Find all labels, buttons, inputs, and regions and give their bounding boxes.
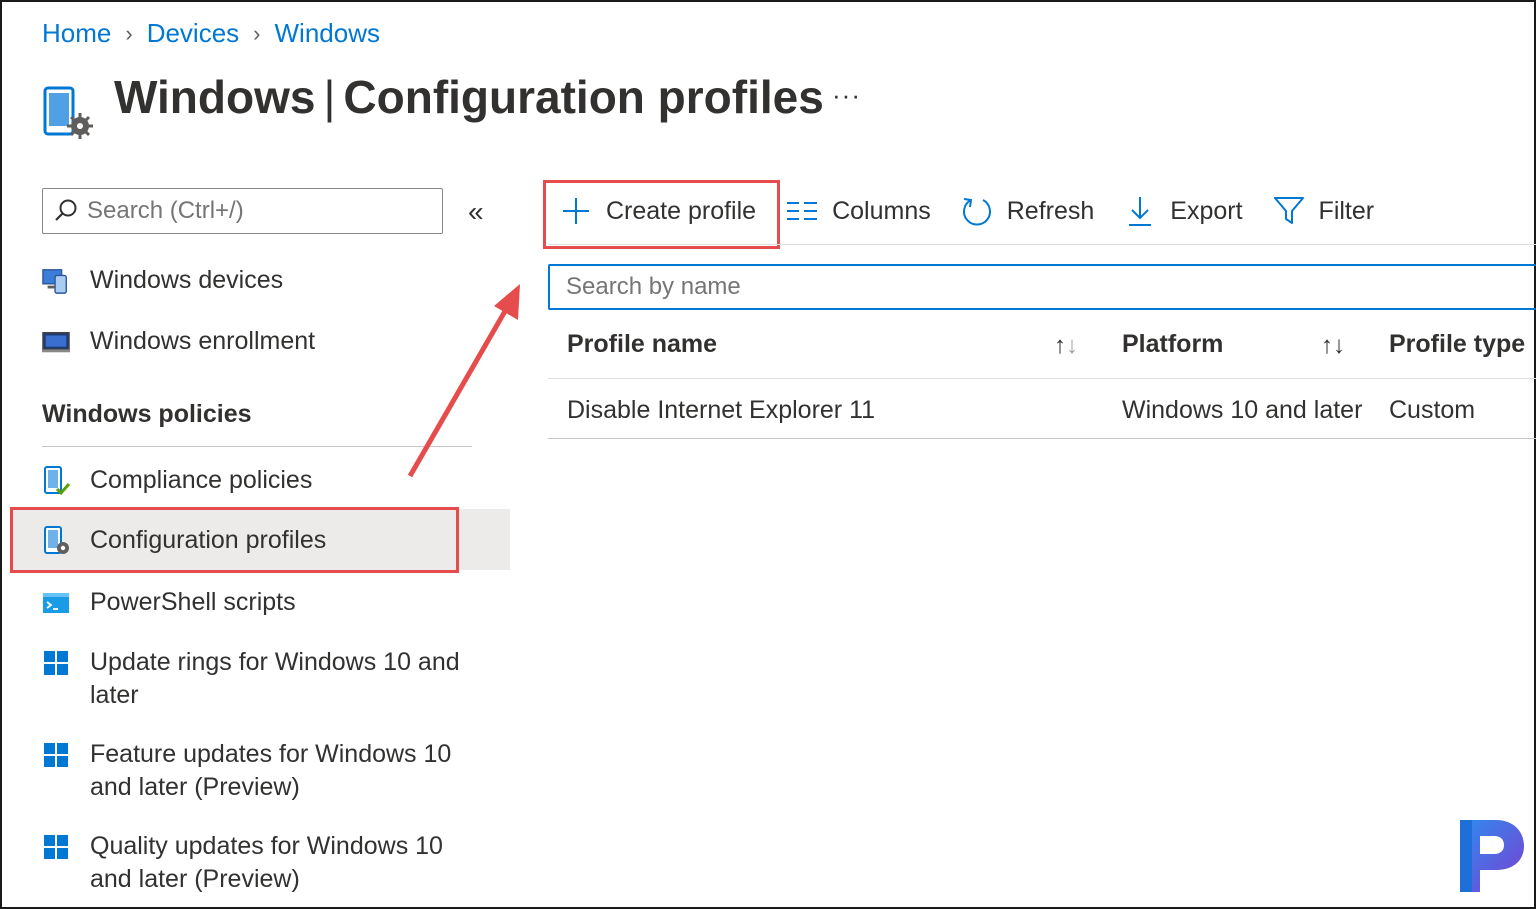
column-header-platform[interactable]: Platform <box>1122 330 1223 359</box>
cell-profile-name[interactable]: Disable Internet Explorer 11 <box>567 396 875 425</box>
filter-icon <box>1273 195 1305 227</box>
windows-devices-icon <box>42 267 70 295</box>
nav-item-powershell-scripts[interactable]: PowerShell scripts <box>42 586 470 619</box>
nav-search-box[interactable] <box>42 188 443 234</box>
compliance-icon <box>42 466 70 496</box>
plus-icon <box>560 195 592 227</box>
powershell-icon <box>42 589 70 617</box>
cell-profile-type: Custom <box>1389 396 1476 424</box>
filter-button[interactable]: Filter <box>1273 195 1375 227</box>
windows-logo-icon <box>42 741 70 769</box>
page-title-sub: Configuration profiles <box>343 71 824 123</box>
annotation-arrow <box>407 284 520 478</box>
column-header-profile-type[interactable]: Profile type <box>1389 330 1525 359</box>
row-divider <box>548 438 1536 439</box>
nav-item-quality-updates[interactable]: Quality updates for Windows 10 and later… <box>42 830 470 896</box>
enrollment-icon <box>42 328 70 356</box>
nav-item-configuration-profiles[interactable]: Configuration profiles <box>42 524 470 557</box>
brand-logo-icon <box>1460 820 1524 892</box>
page-title: Windows | Configuration profiles <box>114 70 824 124</box>
command-bar: Create profile Columns Refresh Export Fi… <box>560 188 1404 234</box>
header-divider <box>548 378 1536 379</box>
refresh-button[interactable]: Refresh <box>961 195 1095 227</box>
columns-label: Columns <box>832 196 931 225</box>
search-by-name-box[interactable] <box>548 264 1536 310</box>
nav-item-update-rings[interactable]: Update rings for Windows 10 and later <box>42 646 470 712</box>
collapse-nav-button[interactable]: « <box>468 196 484 228</box>
export-button[interactable]: Export <box>1124 195 1243 227</box>
nav-search-input[interactable] <box>87 197 417 225</box>
create-profile-button[interactable]: Create profile <box>560 195 756 227</box>
column-header-profile-name[interactable]: Profile name <box>567 330 717 359</box>
sort-icon[interactable]: ↑↓ <box>1054 332 1078 360</box>
refresh-label: Refresh <box>1006 196 1095 225</box>
nav-item-label: Feature updates for Windows 10 and later… <box>90 740 452 801</box>
more-options-button[interactable]: ··· <box>832 80 861 111</box>
nav-item-label: Quality updates for Windows 10 and later… <box>90 832 443 893</box>
nav-item-label: Configuration profiles <box>90 526 327 554</box>
section-title-windows-policies: Windows policies <box>42 400 252 428</box>
breadcrumb: Home › Devices › Windows <box>42 18 380 49</box>
chevron-right-icon: › <box>253 20 261 46</box>
nav-item-feature-updates[interactable]: Feature updates for Windows 10 and later… <box>42 738 470 804</box>
configuration-profile-icon <box>42 526 70 555</box>
breadcrumb-windows[interactable]: Windows <box>275 18 380 49</box>
columns-button[interactable]: Columns <box>786 195 931 227</box>
nav-item-label: PowerShell scripts <box>90 588 296 616</box>
filter-label: Filter <box>1318 196 1375 225</box>
page-title-separator: | <box>323 71 336 123</box>
chevron-right-icon: › <box>125 20 133 46</box>
device-settings-icon <box>43 86 93 139</box>
cell-platform: Windows 10 and later <box>1122 396 1363 424</box>
search-icon <box>55 199 77 221</box>
refresh-icon <box>961 195 993 227</box>
search-by-name-input[interactable] <box>566 273 1466 301</box>
breadcrumb-devices[interactable]: Devices <box>147 18 239 49</box>
page-title-main: Windows <box>114 71 316 123</box>
create-profile-label: Create profile <box>606 196 757 225</box>
windows-logo-icon <box>42 649 70 677</box>
download-icon <box>1124 195 1156 227</box>
columns-icon <box>786 195 818 227</box>
nav-item-label: Update rings for Windows 10 and later <box>90 648 460 709</box>
toolbar-divider <box>548 244 1536 245</box>
sort-icon[interactable]: ↑↓ <box>1321 332 1345 360</box>
export-label: Export <box>1170 196 1243 225</box>
breadcrumb-home[interactable]: Home <box>42 18 111 49</box>
windows-logo-icon <box>42 833 70 861</box>
